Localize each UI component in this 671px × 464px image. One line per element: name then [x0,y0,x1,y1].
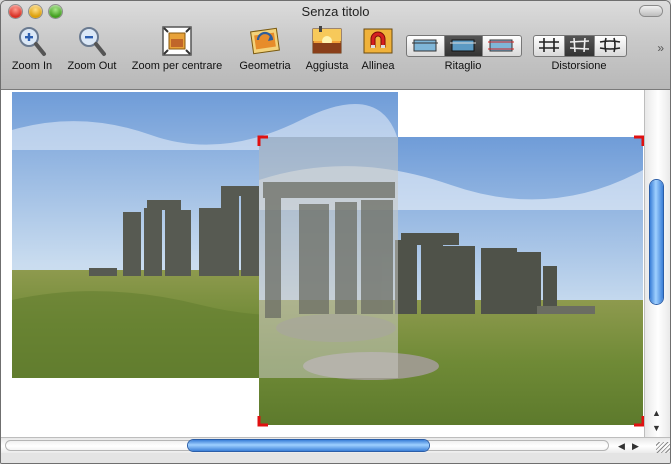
zoom-center-button[interactable]: Zoom per centrare [132,25,222,72]
magnifier-minus-icon [79,27,106,56]
window-title: Senza titolo [301,4,370,19]
magnet-icon [363,28,393,54]
window-bottom-edge [1,453,670,463]
vertical-scroll-thumb[interactable] [650,180,663,304]
toolbar-toggle-button[interactable] [640,6,662,16]
horizontal-scrollbar[interactable]: ◀ ▶ [1,437,670,454]
panorama-images [12,92,644,427]
crop-mode-3-icon [488,39,514,52]
scroll-down-icon[interactable]: ▼ [650,421,663,435]
frame-fit-icon [162,26,192,56]
scroll-up-icon[interactable]: ▲ [650,406,663,420]
app-window: Senza titolo Zoom In Zoom Out Zoom per c… [0,0,671,464]
crop-label: Ritaglio [444,60,482,72]
scroll-right-icon[interactable]: ▶ [629,439,642,453]
rotate-photo-icon [250,27,280,55]
vertical-scrollbar[interactable]: ▲ ▼ [644,90,670,437]
overlap-region [259,137,398,378]
zoom-out-button[interactable]: Zoom Out [68,25,116,72]
crop-mode-1-button[interactable] [407,36,445,56]
zoom-out-label: Zoom Out [67,60,117,72]
crop-mode-3-button[interactable] [483,36,521,56]
sunset-adjust-icon [312,26,342,54]
crop-segmented-control [406,35,522,57]
scroll-left-icon[interactable]: ◀ [615,439,628,453]
distortion-mode-1-button[interactable] [534,36,565,56]
adjust-button[interactable]: Aggiusta [306,25,348,72]
chevron-right-double-icon[interactable]: » [657,41,664,55]
photo-canvas[interactable] [1,90,644,437]
crop-mode-2-icon [450,39,476,52]
grid-icon [539,38,559,52]
distortion-segmented-control [533,35,627,57]
distortion-label: Distorsione [551,60,607,72]
magnifier-plus-icon [19,27,46,56]
zoom-center-label: Zoom per centrare [131,60,223,72]
distortion-mode-3-button[interactable] [595,36,626,56]
warp-grid-icon [599,37,621,53]
crop-mode-1-icon [412,39,438,52]
zoom-in-button[interactable]: Zoom In [12,25,52,72]
geometry-button[interactable]: Geometria [239,25,291,72]
horizontal-scroll-thumb[interactable] [188,440,429,451]
perspective-grid-icon [569,37,590,53]
crop-mode-2-button[interactable] [445,36,483,56]
title-toolbar: Senza titolo Zoom In Zoom Out Zoom per c… [1,1,670,90]
distortion-mode-2-button[interactable] [565,36,595,56]
align-button[interactable]: Allinea [361,25,395,72]
